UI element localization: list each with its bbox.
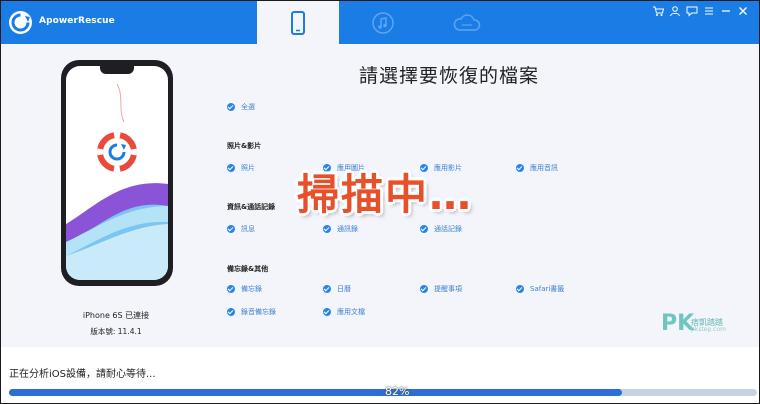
progress-fill — [9, 389, 623, 396]
device-name: iPhone 6S 已連接 — [82, 311, 150, 320]
section-title-messages: 資訊&通話記錄 — [227, 203, 276, 211]
lifebuoy-logo-icon — [97, 132, 137, 172]
window-controls — [651, 5, 749, 19]
menu-icon[interactable] — [702, 5, 715, 18]
user-icon[interactable] — [668, 5, 681, 18]
itunes-music-icon — [372, 12, 394, 34]
check-icon — [516, 164, 524, 172]
select-all-checkbox[interactable]: 全選 — [227, 102, 255, 112]
watermark-logo: PK — [661, 311, 695, 336]
status-bar: 正在分析iOS設備，請耐心等待... 82% — [1, 347, 759, 403]
check-icon — [227, 285, 235, 293]
watermark: PK 痞凱踏踏 pkstep.com — [661, 311, 726, 336]
check-icon — [516, 285, 524, 293]
status-message: 正在分析iOS設備，請耐心等待... — [9, 369, 156, 380]
minimize-icon[interactable] — [719, 5, 732, 18]
check-icon — [227, 103, 235, 111]
scanning-overlay-text: 掃描中… — [297, 170, 474, 219]
app-window: ApowerRescue iPhone 6S 已連接 版本號: 11.4.1 請… — [0, 0, 760, 404]
page-title: 請選擇要恢復的檔案 — [359, 65, 540, 87]
option-reminders[interactable]: 提醒事項 — [420, 284, 462, 294]
check-icon — [227, 308, 235, 316]
option-photos[interactable]: 照片 — [227, 163, 255, 173]
option-call-history[interactable]: 通話記錄 — [420, 224, 462, 234]
option-notes[interactable]: 備忘錄 — [227, 284, 262, 294]
phone-icon — [291, 11, 305, 35]
check-icon — [323, 225, 331, 233]
check-icon — [420, 225, 428, 233]
option-safari-bookmarks[interactable]: Safari書籤 — [516, 284, 564, 294]
close-icon[interactable] — [736, 5, 749, 18]
check-icon — [227, 164, 235, 172]
title-bar: ApowerRescue — [1, 1, 759, 44]
tab-ios-device[interactable] — [257, 1, 339, 44]
option-voice-memos[interactable]: 錄音備忘錄 — [227, 307, 276, 317]
section-title-media: 照片&影片 — [227, 142, 262, 150]
option-calendar[interactable]: 日曆 — [323, 284, 351, 294]
section-title-memos: 備忘錄&其他 — [227, 265, 269, 273]
check-icon — [420, 285, 428, 293]
icloud-icon — [453, 14, 481, 31]
apowerrescue-logo-icon — [9, 11, 32, 34]
option-app-documents[interactable]: 應用文檔 — [323, 307, 365, 317]
watermark-url: pkstep.com — [691, 326, 726, 333]
iphone-illustration — [61, 60, 173, 286]
check-icon — [323, 308, 331, 316]
tab-icloud-backup[interactable] — [422, 1, 504, 44]
progress-bar — [9, 389, 757, 396]
device-panel: iPhone 6S 已連接 版本號: 11.4.1 — [1, 44, 201, 344]
feedback-icon[interactable] — [685, 5, 698, 18]
tab-itunes-backup[interactable] — [341, 1, 423, 44]
cart-icon[interactable] — [651, 5, 664, 18]
option-contacts[interactable]: 通訊錄 — [323, 224, 358, 234]
option-messages[interactable]: 訊息 — [227, 224, 255, 234]
option-app-audio[interactable]: 應用音訊 — [516, 163, 558, 173]
app-title: ApowerRescue — [39, 16, 115, 26]
check-icon — [227, 225, 235, 233]
check-icon — [323, 285, 331, 293]
device-version: 版本號: 11.4.1 — [90, 327, 142, 336]
progress-percent: 82% — [385, 385, 410, 398]
